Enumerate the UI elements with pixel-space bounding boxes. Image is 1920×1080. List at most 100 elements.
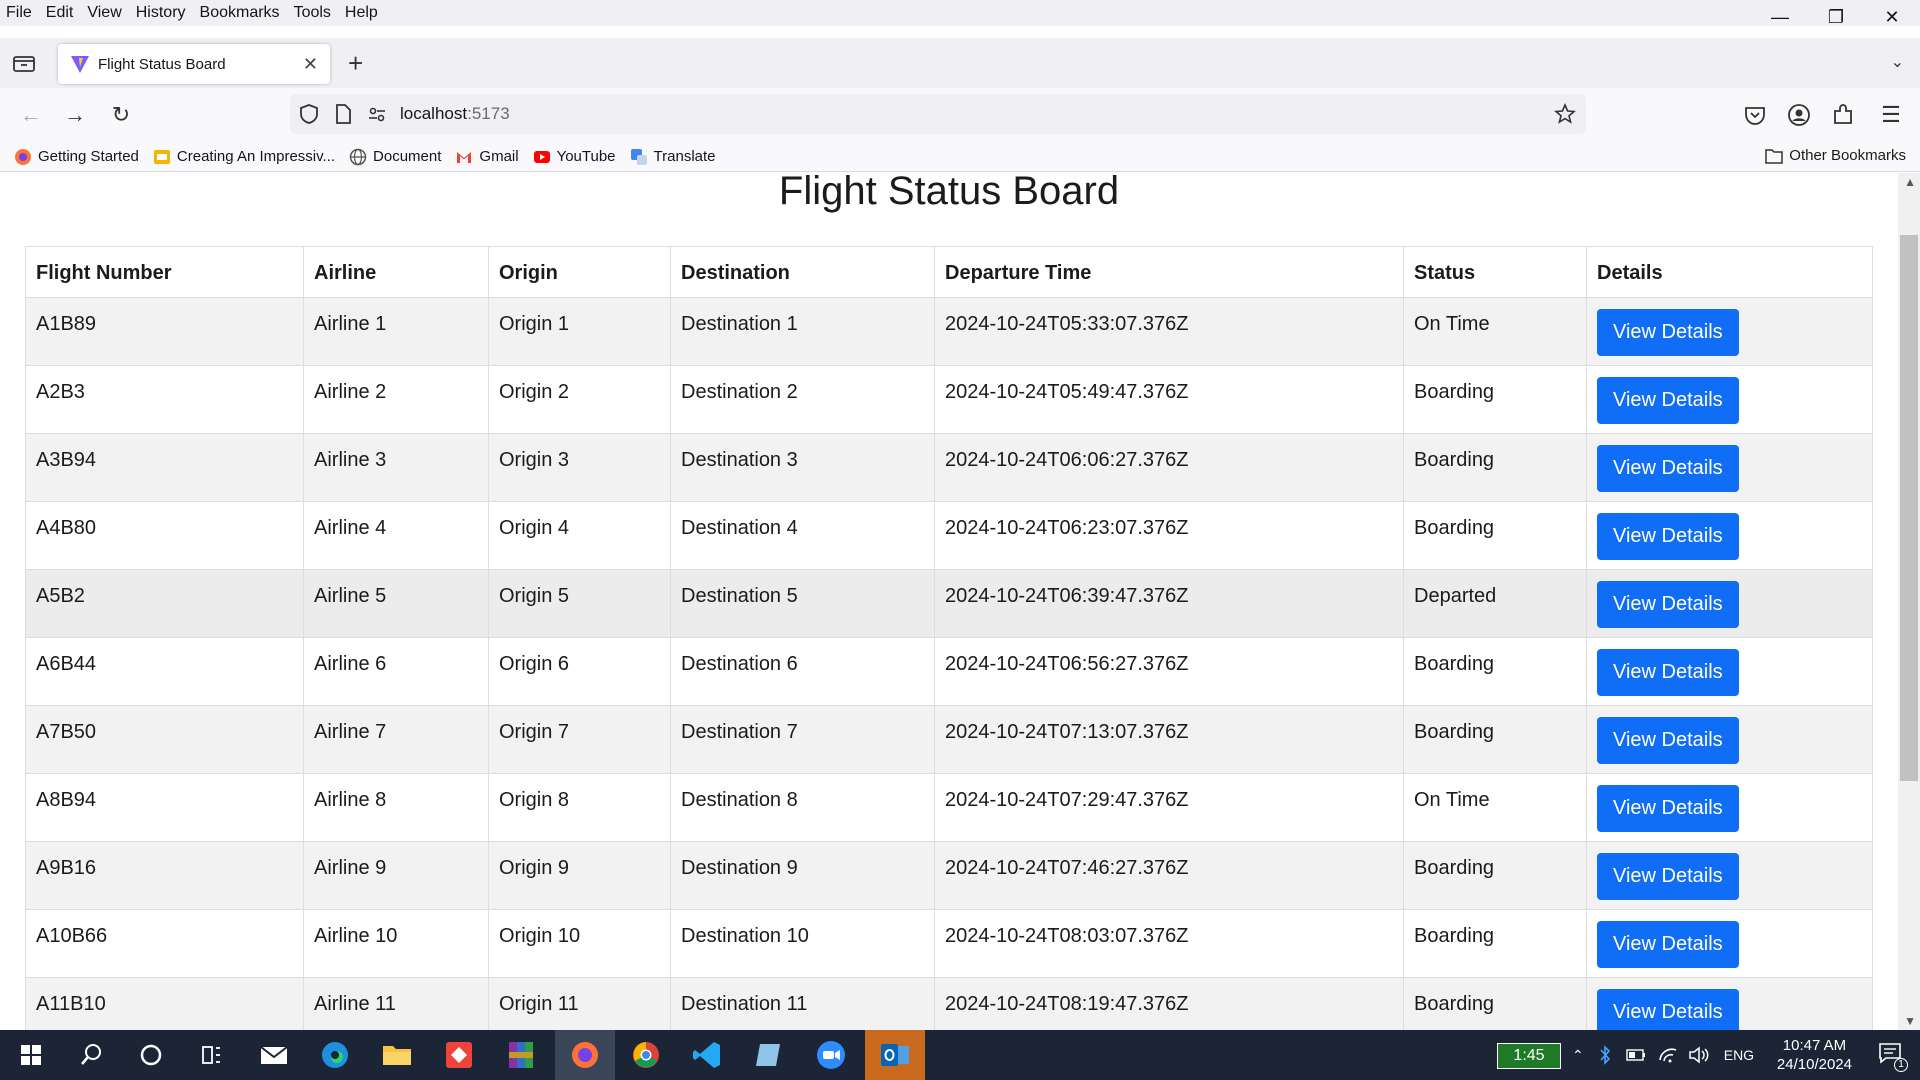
chrome-icon[interactable]	[629, 1038, 663, 1072]
back-arrow-icon[interactable]: ←	[16, 100, 46, 130]
window-controls: — ❐ ✕	[1752, 0, 1920, 34]
page-title: Flight Status Board	[778, 173, 1120, 213]
table-row: A6B44 Airline 6 Origin 6 Destination 6 2024-…	[25, 637, 1873, 706]
zoom-icon[interactable]	[814, 1038, 848, 1072]
vite-favicon-icon	[71, 56, 89, 73]
flight-number-cell: A3B94	[25, 433, 304, 502]
bookmark-label: Creating An Impressiv...	[176, 148, 336, 165]
outlook-taskbar-active[interactable]	[865, 1030, 925, 1080]
details-cell: View Details	[1586, 705, 1873, 774]
outlook-icon	[881, 1044, 909, 1066]
menu-file[interactable]: File	[0, 4, 38, 22]
origin-cell: Origin 4	[488, 501, 671, 570]
view-details-button[interactable]: View Details	[1597, 445, 1739, 492]
bookmark-label: YouTube	[556, 148, 616, 165]
tab-list-icon[interactable]	[12, 52, 36, 74]
battery-icon[interactable]	[1626, 1049, 1646, 1061]
view-details-button[interactable]: View Details	[1597, 989, 1739, 1030]
winrar-icon[interactable]	[504, 1038, 538, 1072]
destination-cell: Destination 9	[670, 841, 935, 910]
minimize-icon[interactable]: —	[1752, 0, 1808, 34]
view-details-button[interactable]: View Details	[1597, 785, 1739, 832]
speaker-icon[interactable]	[1688, 1046, 1710, 1064]
mail-icon[interactable]	[257, 1038, 291, 1072]
status-cell: Boarding	[1403, 909, 1587, 978]
anydesk-icon[interactable]	[442, 1038, 476, 1072]
column-header-status: Status	[1403, 246, 1587, 298]
bookmark-label: Translate	[653, 148, 716, 165]
bookmark-gmail[interactable]: Gmail	[455, 148, 519, 166]
forward-arrow-icon[interactable]: →	[60, 100, 90, 130]
bookmark-star-icon[interactable]	[1554, 103, 1576, 125]
extensions-icon[interactable]	[1830, 102, 1856, 128]
menu-view[interactable]: View	[79, 4, 127, 22]
menu-edit[interactable]: Edit	[38, 4, 80, 22]
view-details-button[interactable]: View Details	[1597, 513, 1739, 560]
reload-icon[interactable]: ↻	[106, 100, 136, 130]
view-details-button[interactable]: View Details	[1597, 649, 1739, 696]
departure-time-cell: 2024-10-24T05:49:47.376Z	[934, 365, 1404, 434]
battery-timer[interactable]: 1:45	[1497, 1043, 1561, 1069]
details-cell: View Details	[1586, 297, 1873, 366]
cortana-icon[interactable]	[134, 1038, 168, 1072]
departure-time-cell: 2024-10-24T06:56:27.376Z	[934, 637, 1404, 706]
vscode-icon[interactable]	[690, 1038, 724, 1072]
other-bookmarks[interactable]: Other Bookmarks	[1765, 147, 1906, 164]
restore-icon[interactable]: ❐	[1808, 0, 1864, 34]
destination-cell: Destination 8	[670, 773, 935, 842]
bookmark-label: Document	[373, 148, 442, 165]
destination-cell: Destination 5	[670, 569, 935, 638]
firefox-taskbar-active[interactable]	[555, 1030, 615, 1080]
new-tab-icon[interactable]: +	[348, 50, 363, 76]
menu-bookmarks[interactable]: Bookmarks	[192, 4, 286, 22]
pocket-icon[interactable]	[1742, 102, 1768, 128]
chevron-down-icon[interactable]: ⌄	[1891, 52, 1904, 72]
file-explorer-icon[interactable]	[380, 1038, 414, 1072]
hamburger-menu-icon[interactable]: ☰	[1876, 100, 1906, 130]
bluetooth-icon[interactable]	[1598, 1045, 1612, 1065]
view-details-button[interactable]: View Details	[1597, 921, 1739, 968]
close-tab-icon[interactable]: ✕	[303, 54, 318, 75]
windows-start-icon[interactable]	[14, 1038, 48, 1072]
tab-flight-status-board[interactable]: Flight Status Board ✕	[58, 44, 330, 84]
view-details-button[interactable]: View Details	[1597, 377, 1739, 424]
scroll-up-icon[interactable]: ▲	[1904, 175, 1916, 189]
edge-icon[interactable]	[318, 1038, 352, 1072]
bookmark-youtube[interactable]: YouTube	[533, 148, 616, 166]
task-view-icon[interactable]	[194, 1038, 228, 1072]
bookmark-getting-started[interactable]: Getting Started	[14, 148, 139, 166]
notepad-icon[interactable]	[752, 1038, 786, 1072]
clock[interactable]: 10:47 AM 24/10/2024	[1777, 1036, 1852, 1074]
language-indicator[interactable]: ENG	[1724, 1047, 1754, 1063]
view-details-button[interactable]: View Details	[1597, 853, 1739, 900]
scrollbar-thumb[interactable]	[1900, 235, 1918, 781]
details-cell: View Details	[1586, 501, 1873, 570]
table-row: A10B66 Airline 10 Origin 10 Destination 10 2…	[25, 909, 1873, 978]
page-icon[interactable]	[332, 103, 354, 125]
url-bar[interactable]: localhost:5173	[290, 94, 1586, 134]
wifi-icon[interactable]	[1658, 1046, 1678, 1064]
view-details-button[interactable]: View Details	[1597, 309, 1739, 356]
flight-number-cell: A11B10	[25, 977, 304, 1030]
departure-time-cell: 2024-10-24T08:19:47.376Z	[934, 977, 1404, 1030]
bookmark-creating-an-impressive[interactable]: Creating An Impressiv...	[153, 148, 335, 166]
notification-center[interactable]: 1	[1878, 1042, 1908, 1072]
view-details-button[interactable]: View Details	[1597, 581, 1739, 628]
shield-icon[interactable]	[298, 103, 320, 125]
table-header-row: Flight Number Airline Origin Destination…	[25, 246, 1873, 298]
view-details-button[interactable]: View Details	[1597, 717, 1739, 764]
account-icon[interactable]	[1786, 102, 1812, 128]
menu-tools[interactable]: Tools	[286, 4, 337, 22]
permissions-icon[interactable]	[366, 103, 388, 125]
search-icon[interactable]	[74, 1038, 108, 1072]
close-window-icon[interactable]: ✕	[1864, 0, 1920, 34]
table-row: A1B89 Airline 1 Origin 1 Destination 1 2024-…	[25, 297, 1873, 366]
chevron-up-icon[interactable]: ⌃	[1572, 1047, 1584, 1064]
menu-help[interactable]: Help	[337, 4, 384, 22]
bookmarks-bar: Getting Started Creating An Impressiv...…	[0, 142, 1920, 172]
bookmark-document[interactable]: Document	[349, 148, 441, 166]
menu-history[interactable]: History	[128, 4, 192, 22]
scrollbar[interactable]: ▲ ▼	[1898, 173, 1920, 1030]
bookmark-translate[interactable]: Translate	[630, 148, 716, 166]
scroll-down-icon[interactable]: ▼	[1904, 1014, 1916, 1028]
